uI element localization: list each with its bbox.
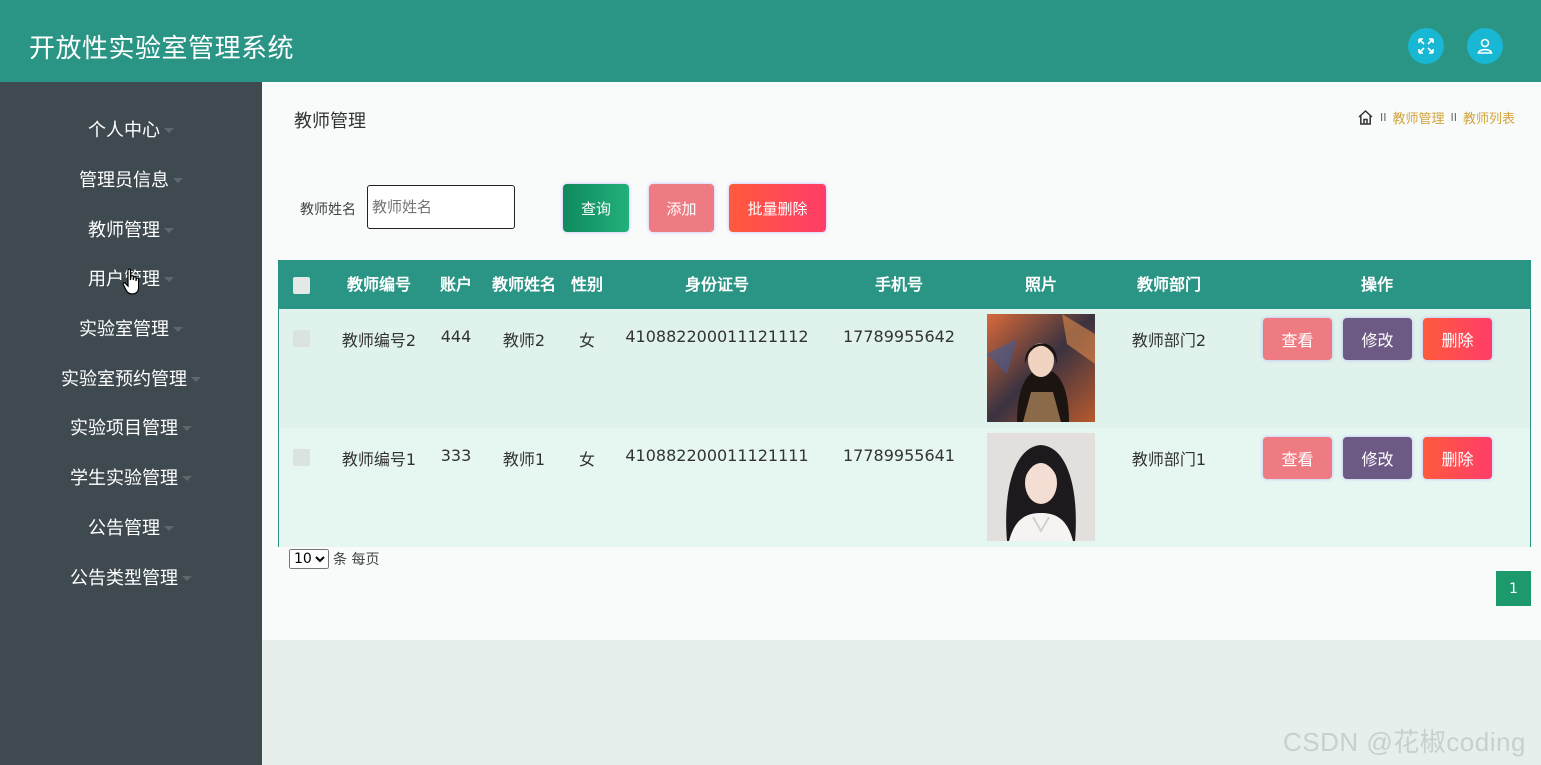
- watermark: CSDN @花椒coding: [1283, 727, 1526, 757]
- select-all-checkbox[interactable]: [293, 277, 310, 294]
- fullscreen-icon: [1418, 38, 1434, 54]
- sidebar-item-notice-type[interactable]: 公告类型管理: [0, 562, 262, 592]
- teacher-table: 教师编号 账户 教师姓名 性别 身份证号 手机号 照片 教师部门 操作 教师编号…: [278, 260, 1531, 547]
- hand-cursor-icon: [122, 268, 140, 295]
- user-menu-button[interactable]: [1467, 28, 1503, 64]
- view-button[interactable]: 查看: [1263, 318, 1332, 360]
- sidebar: 个人中心 管理员信息 教师管理 用户管理 实验室管理 实验室预约管理 实验项目管…: [0, 82, 262, 765]
- page-size-control: 10 条 每页: [289, 549, 379, 569]
- sidebar-item-label: 教师管理: [88, 220, 160, 241]
- cell-phone: 17789955642: [843, 327, 955, 346]
- home-icon[interactable]: [1357, 109, 1374, 126]
- caret-down-icon: [164, 276, 174, 282]
- sidebar-item-personal-center[interactable]: 个人中心: [0, 114, 262, 144]
- sidebar-item-teacher-management[interactable]: 教师管理: [0, 214, 262, 244]
- column-header-id-card: 身份证号: [684, 275, 749, 294]
- column-header-department: 教师部门: [1136, 275, 1201, 294]
- sidebar-item-label: 实验项目管理: [70, 418, 178, 439]
- teacher-photo: [987, 433, 1095, 541]
- row-checkbox[interactable]: [293, 330, 310, 347]
- table-header: 教师编号 账户 教师姓名 性别 身份证号 手机号 照片 教师部门 操作: [279, 261, 1530, 309]
- sidebar-item-label: 公告类型管理: [70, 568, 178, 589]
- teacher-photo: [987, 314, 1095, 422]
- view-button[interactable]: 查看: [1263, 437, 1332, 479]
- cell-account: 333: [440, 446, 472, 465]
- breadcrumb: II 教师管理 II 教师列表: [1357, 108, 1515, 127]
- breadcrumb-teacher-list[interactable]: 教师列表: [1463, 108, 1515, 127]
- edit-button[interactable]: 修改: [1343, 437, 1412, 479]
- sidebar-item-admin-info[interactable]: 管理员信息: [0, 164, 262, 194]
- page-title: 教师管理: [294, 111, 366, 132]
- sidebar-item-notice-management[interactable]: 公告管理: [0, 512, 262, 542]
- cell-id-card: 410882200011121112: [625, 327, 809, 346]
- column-header-account: 账户: [439, 275, 472, 294]
- batch-delete-button[interactable]: 批量删除: [729, 184, 826, 232]
- cell-phone: 17789955641: [843, 446, 955, 465]
- caret-down-icon: [182, 575, 192, 581]
- sidebar-item-label: 实验室管理: [79, 319, 169, 340]
- caret-down-icon: [173, 177, 183, 183]
- sidebar-item-lab-management[interactable]: 实验室管理: [0, 313, 262, 343]
- app-title: 开放性实验室管理系统: [29, 34, 295, 64]
- user-icon: [1477, 38, 1493, 54]
- page-size-suffix: 条 每页: [333, 552, 380, 568]
- row-checkbox[interactable]: [293, 449, 310, 466]
- breadcrumb-separator: II: [1379, 111, 1387, 124]
- sidebar-item-experiment-project[interactable]: 实验项目管理: [0, 412, 262, 442]
- sidebar-item-lab-reservation[interactable]: 实验室预约管理: [0, 363, 262, 393]
- sidebar-item-label: 公告管理: [88, 518, 160, 539]
- fullscreen-button[interactable]: [1408, 28, 1444, 64]
- cell-teacher-name: 教师1: [502, 450, 546, 469]
- cell-id-card: 410882200011121111: [625, 446, 809, 465]
- table-row: 教师编号1 333 教师1 女 410882200011121111 17789…: [279, 428, 1530, 547]
- caret-down-icon: [182, 425, 192, 431]
- top-header: 开放性实验室管理系统: [0, 0, 1541, 82]
- sidebar-item-label: 学生实验管理: [70, 468, 178, 489]
- sidebar-item-label: 管理员信息: [79, 170, 169, 191]
- pagination-page-button[interactable]: 1: [1496, 571, 1531, 606]
- cell-teacher-id: 教师编号1: [341, 450, 417, 469]
- teacher-name-search-input[interactable]: [367, 185, 515, 229]
- caret-down-icon: [164, 127, 174, 133]
- search-label: 教师姓名: [300, 202, 356, 218]
- caret-down-icon: [164, 525, 174, 531]
- page-size-select[interactable]: 10: [289, 549, 329, 569]
- delete-button[interactable]: 删除: [1423, 318, 1492, 360]
- sidebar-item-label: 个人中心: [88, 120, 160, 141]
- delete-button[interactable]: 删除: [1423, 437, 1492, 479]
- caret-down-icon: [164, 227, 174, 233]
- cell-teacher-name: 教师2: [502, 331, 546, 350]
- cell-department: 教师部门1: [1131, 450, 1207, 469]
- column-header-teacher-name: 教师姓名: [491, 275, 556, 294]
- cell-account: 444: [440, 327, 472, 346]
- column-header-teacher-id: 教师编号: [346, 275, 411, 294]
- breadcrumb-separator: II: [1450, 111, 1457, 124]
- column-header-actions: 操作: [1360, 275, 1393, 294]
- add-button[interactable]: 添加: [649, 184, 714, 232]
- cell-gender: 女: [578, 450, 595, 469]
- column-header-phone: 手机号: [874, 275, 923, 294]
- sidebar-item-student-experiment[interactable]: 学生实验管理: [0, 462, 262, 492]
- breadcrumb-teacher-management[interactable]: 教师管理: [1392, 108, 1444, 127]
- main-content: 教师管理 II 教师管理 II 教师列表 教师姓名 查询 添加 批量删除 教师编…: [262, 82, 1541, 640]
- cell-teacher-id: 教师编号2: [341, 331, 417, 350]
- column-header-photo: 照片: [1024, 275, 1057, 294]
- cell-gender: 女: [578, 331, 595, 350]
- edit-button[interactable]: 修改: [1343, 318, 1412, 360]
- caret-down-icon: [182, 475, 192, 481]
- query-button[interactable]: 查询: [563, 184, 629, 232]
- cell-department: 教师部门2: [1131, 331, 1207, 350]
- column-header-gender: 性别: [570, 275, 603, 294]
- table-row: 教师编号2 444 教师2 女 410882200011121112 17789…: [279, 309, 1530, 428]
- caret-down-icon: [173, 326, 183, 332]
- caret-down-icon: [191, 376, 201, 382]
- sidebar-item-label: 实验室预约管理: [61, 369, 187, 390]
